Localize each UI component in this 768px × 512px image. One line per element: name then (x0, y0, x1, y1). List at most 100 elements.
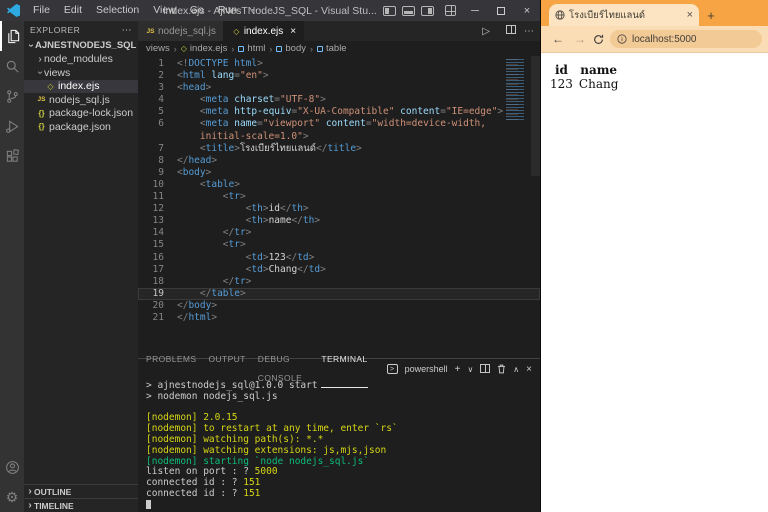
code-token (177, 131, 200, 142)
extensions-icon[interactable] (0, 141, 24, 171)
split-editor-icon[interactable] (498, 25, 516, 37)
tree-item-views[interactable]: ›views (24, 66, 138, 80)
code-line-13[interactable]: 13 <th>name</th> (138, 215, 540, 227)
breadcrumb-separator: › (174, 44, 177, 54)
code-line-5[interactable]: 5 <meta http-equiv="X-UA-Compatible" con… (138, 106, 540, 118)
site-info-icon[interactable] (617, 34, 627, 44)
explorer-icon[interactable] (0, 21, 24, 51)
shell-name[interactable]: powershell (405, 364, 448, 374)
code-line-2[interactable]: 2<html lang="en"> (138, 70, 540, 82)
new-terminal-icon[interactable]: + (455, 364, 461, 375)
tree-item-package-lock-json[interactable]: {}package-lock.json (24, 107, 138, 121)
maximize-button[interactable] (488, 0, 514, 21)
back-icon[interactable]: ← (552, 32, 564, 46)
code-line-17[interactable]: 17 <td>Chang</td> (138, 264, 540, 276)
editor-more-icon[interactable]: ⋯ (524, 26, 534, 37)
toggle-secondary-sidebar-icon[interactable] (421, 6, 434, 16)
code-token (177, 215, 246, 226)
source-control-icon[interactable] (0, 81, 24, 111)
tree-item-node-modules[interactable]: ›node_modules (24, 53, 138, 67)
crumb-views[interactable]: views (146, 43, 170, 54)
editor-actions: ▷ ⋯ (474, 21, 540, 41)
new-tab-button[interactable]: + (699, 4, 723, 26)
menu-edit[interactable]: Edit (57, 0, 89, 21)
line-number: 18 (138, 276, 164, 288)
code-line-1[interactable]: 1<!DOCTYPE html> (138, 58, 540, 70)
settings-gear-icon[interactable]: ⚙ (0, 482, 24, 512)
terminal-output[interactable]: > ajnestnodejs_sql@1.0.0 start> nodemon … (138, 379, 540, 512)
search-icon[interactable] (0, 51, 24, 81)
maximize-panel-icon[interactable]: ∧ (513, 365, 519, 374)
code-token (177, 94, 200, 105)
tab-close-icon[interactable]: × (687, 9, 693, 21)
code-line-8[interactable]: 8</head> (138, 155, 540, 167)
customize-layout-icon[interactable] (445, 5, 456, 16)
code-token: th (251, 203, 262, 214)
editor-scrollbar[interactable] (531, 56, 540, 176)
code-token (177, 179, 200, 190)
minimize-button[interactable]: ─ (462, 0, 488, 21)
section-outline[interactable]: ›OUTLINE (24, 484, 138, 498)
code-text: <td>Chang</td> (164, 264, 326, 276)
kill-terminal-icon[interactable] (497, 364, 506, 374)
code-text: </html> (164, 312, 217, 324)
tab-close-icon[interactable]: × (290, 26, 296, 37)
json-file-icon: {} (36, 109, 47, 118)
code-editor[interactable]: 1<!DOCTYPE html>2<html lang="en">3<head>… (138, 56, 540, 358)
code-token: tr (234, 276, 245, 287)
tree-item-nodejs-sql-js[interactable]: JSnodejs_sql.js (24, 93, 138, 107)
shell-icon: > (387, 364, 398, 374)
code-line-wrap[interactable]: initial-scale=1.0"> (138, 131, 540, 143)
code-line-20[interactable]: 20</body> (138, 300, 540, 312)
split-terminal-icon[interactable] (480, 360, 490, 378)
code-line-16[interactable]: 16 <td>123</td> (138, 252, 540, 264)
code-token: th (291, 203, 302, 214)
code-line-9[interactable]: 9<body> (138, 167, 540, 179)
crumb-index-ejs[interactable]: ◇index.ejs (181, 43, 228, 54)
toggle-sidebar-icon[interactable] (383, 6, 396, 16)
browser-tab[interactable]: โรงเบียร์ไทยแลนด์ × (549, 4, 699, 26)
code-token: </ (223, 276, 234, 287)
run-file-icon[interactable]: ▷ (482, 26, 490, 37)
close-panel-icon[interactable]: × (526, 364, 532, 375)
address-bar[interactable]: localhost:5000 (610, 30, 762, 48)
code-text: <html lang="en"> (164, 70, 269, 82)
code-token: </ (177, 312, 188, 323)
tree-item-index-ejs[interactable]: ◇index.ejs (24, 80, 138, 94)
browser-tab-title: โรงเบียร์ไทยแลนด์ (569, 8, 684, 23)
code-line-19[interactable]: 19 </table> (138, 288, 540, 300)
code-line-6[interactable]: 6 <meta name="viewport" content="width=d… (138, 118, 540, 130)
tree-root[interactable]: ›AJNESTNODEJS_SQL (24, 39, 138, 53)
menu-selection[interactable]: Selection (89, 0, 146, 21)
crumb-body[interactable]: body (276, 43, 306, 54)
code-line-21[interactable]: 21</html> (138, 312, 540, 324)
code-line-11[interactable]: 11 <tr> (138, 191, 540, 203)
code-line-10[interactable]: 10 <table> (138, 179, 540, 191)
code-line-15[interactable]: 15 <tr> (138, 239, 540, 251)
crumb-table[interactable]: table (317, 43, 347, 54)
tab-index-ejs[interactable]: ◇index.ejs× (224, 21, 304, 41)
forward-icon[interactable]: → (574, 32, 586, 46)
account-icon[interactable] (0, 452, 24, 482)
terminal-dropdown-icon[interactable]: ∨ (467, 365, 473, 374)
code-token: tr (229, 191, 240, 202)
tab-nodejs-sql-js[interactable]: JSnodejs_sql.js (138, 21, 224, 41)
code-line-18[interactable]: 18 </tr> (138, 276, 540, 288)
menu-file[interactable]: File (26, 0, 57, 21)
tree-item-package-json[interactable]: {}package.json (24, 120, 138, 134)
reload-icon[interactable] (591, 34, 606, 45)
minimap[interactable] (506, 59, 530, 121)
run-debug-icon[interactable] (0, 111, 24, 141)
explorer-more-icon[interactable]: ⋯ (122, 25, 133, 36)
crumb-html[interactable]: html (238, 43, 265, 54)
code-line-14[interactable]: 14 </tr> (138, 227, 540, 239)
close-button[interactable]: × (514, 0, 540, 21)
code-line-7[interactable]: 7 <title>โรงเบียร์ไทยแลนด์</title> (138, 143, 540, 155)
code-line-3[interactable]: 3<head> (138, 82, 540, 94)
code-line-4[interactable]: 4 <meta charset="UTF-8"> (138, 94, 540, 106)
section-timeline[interactable]: ›TIMELINE (24, 498, 138, 512)
code-text: <body> (164, 167, 211, 179)
code-line-12[interactable]: 12 <th>id</th> (138, 203, 540, 215)
code-token: > (309, 252, 315, 263)
toggle-panel-icon[interactable] (402, 6, 415, 16)
